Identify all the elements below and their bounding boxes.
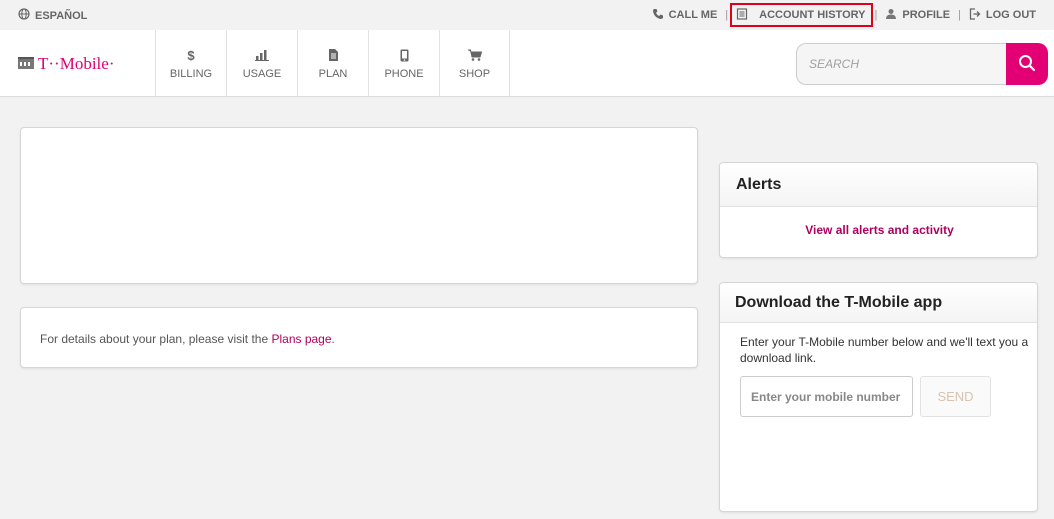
plan-notice-card: For details about your plan, please visi… (20, 307, 698, 368)
call-me-link[interactable]: CALL ME (646, 3, 724, 27)
search-input[interactable] (796, 43, 1006, 85)
app-download-title: Download the T-Mobile app (720, 283, 1037, 323)
nav-label: BILLING (169, 68, 213, 80)
nav-label: PLAN (318, 68, 348, 80)
search-icon (1018, 54, 1036, 75)
account-history-label: ACCOUNT HISTORY (759, 9, 866, 21)
divider: | (874, 9, 878, 21)
language-label: ESPAÑOL (35, 9, 88, 22)
nav-usage[interactable]: USAGE (226, 30, 297, 96)
profile-link[interactable]: PROFILE (879, 3, 956, 27)
plans-page-link[interactable]: Plans page (271, 332, 331, 346)
globe-icon (18, 8, 30, 23)
app-download-panel: Download the T-Mobile app Enter your T-M… (719, 282, 1038, 512)
mobile-number-input[interactable] (740, 376, 913, 417)
receipt-icon (736, 7, 748, 23)
nav-label: SHOP (458, 68, 491, 80)
dollar-icon: $ (187, 47, 195, 63)
profile-label: PROFILE (902, 9, 951, 21)
nav-label: PHONE (384, 68, 424, 80)
log-out-link[interactable]: LOG OUT (963, 3, 1042, 27)
nav-billing[interactable]: $ BILLING (155, 30, 226, 96)
tmobile-logo[interactable]: T··Mobile· (18, 54, 114, 74)
nav-phone[interactable]: PHONE (368, 30, 439, 96)
search-bar (796, 43, 1048, 85)
utility-bar: ESPAÑOL CALL ME | ACCOUNT HISTORY | PROF… (0, 0, 1054, 30)
summary-card (20, 127, 698, 284)
bar-chart-icon (255, 46, 269, 64)
app-download-description: Enter your T-Mobile number below and we'… (740, 335, 1029, 365)
store-icon (18, 54, 34, 74)
alerts-panel: Alerts View all alerts and activity (719, 162, 1038, 258)
alerts-title: Alerts (720, 163, 1037, 207)
divider: | (958, 9, 961, 21)
nav-shop[interactable]: SHOP (439, 30, 510, 96)
search-button[interactable] (1006, 43, 1048, 85)
call-me-label: CALL ME (668, 9, 718, 21)
plan-notice-suffix: . (331, 332, 335, 346)
person-icon (885, 8, 897, 23)
nav-label: USAGE (242, 68, 282, 80)
account-history-link[interactable]: ACCOUNT HISTORY (730, 3, 873, 27)
main-navigation: T··Mobile· $ BILLING USAGE PLAN PHONE SH… (0, 30, 1054, 97)
cart-icon (467, 46, 482, 64)
view-alerts-link[interactable]: View all alerts and activity (720, 223, 1039, 237)
document-icon (328, 46, 338, 64)
brand-name: T··Mobile· (38, 54, 115, 73)
divider: | (725, 9, 729, 21)
language-switch[interactable]: ESPAÑOL (18, 8, 87, 23)
nav-items: $ BILLING USAGE PLAN PHONE SHOP (155, 30, 510, 96)
plan-notice-text: For details about your plan, please visi… (40, 332, 335, 346)
plan-notice-prefix: For details about your plan, please visi… (40, 332, 272, 346)
log-out-label: LOG OUT (985, 9, 1036, 21)
phone-icon (400, 46, 409, 64)
utility-links: CALL ME | ACCOUNT HISTORY | PROFILE | LO… (646, 2, 1042, 28)
send-button[interactable]: SEND (920, 376, 991, 417)
logout-icon (969, 7, 981, 23)
nav-plan[interactable]: PLAN (297, 30, 368, 96)
phone-handset-icon (652, 8, 664, 23)
